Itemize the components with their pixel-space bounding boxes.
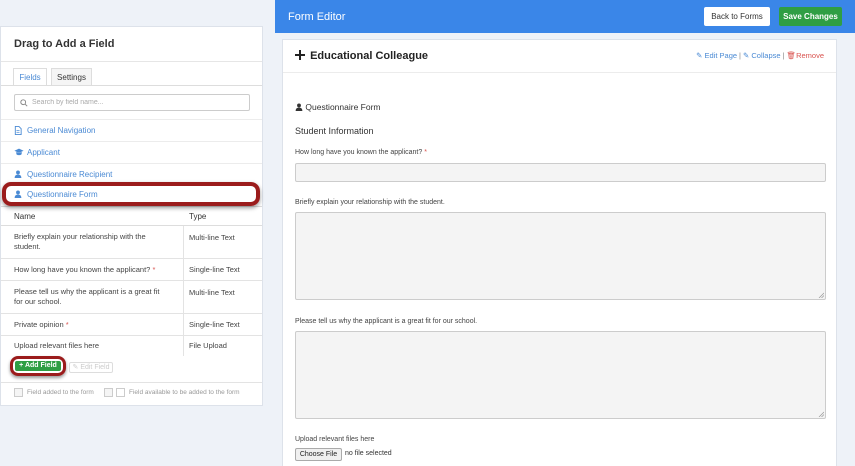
field-label: Briefly explain your relationship with t… [295,199,445,206]
resize-handle-icon[interactable] [818,411,824,417]
field-palette-panel: Drag to Add a Field Fields Settings Gene… [0,26,263,406]
separator: | [782,51,785,60]
column-divider [183,314,184,335]
table-row[interactable]: How long have you known the applicant? *… [1,259,262,281]
legend-added-swatch [14,388,23,397]
tab-settings[interactable]: Settings [51,68,92,86]
field-type: Single-line Text [189,265,240,274]
form-editor-card: Educational Colleague ✎ Edit Page | ✎ Coll… [282,39,837,466]
divider [1,61,262,62]
column-divider [183,281,184,313]
divider [283,72,836,73]
field-label: Please tell us why the applicant is a gr… [295,318,478,325]
resize-handle-icon[interactable] [818,292,824,298]
required-asterisk: * [424,149,427,156]
trash-icon: 🗑 [786,51,797,60]
field-type: Multi-line Text [189,233,235,242]
edit-page-link[interactable]: ✎ Edit Page [696,51,737,60]
column-header-type: Type [189,212,207,221]
nav-item-applicant[interactable]: Applicant [1,141,262,163]
column-header-name: Name [14,212,36,221]
edit-field-label: Edit Field [80,364,110,371]
add-field-button[interactable]: + Add Field [15,361,61,371]
section-title: Questionnaire Form [295,102,381,112]
tab-underline [1,85,262,86]
divider [1,382,262,383]
fields-table-header: Name Type [1,206,262,226]
collapse-link[interactable]: ✎ Collapse [743,51,781,60]
nav-item-questionnaire-recipient[interactable]: Questionnaire Recipient [1,163,262,185]
field-name-text: How long have you known the applicant? [14,265,151,274]
column-divider [183,336,184,356]
graduation-cap-icon [14,148,24,156]
top-header: Form Editor Back to Forms Save Changes [275,0,855,33]
nav-item-questionnaire-form[interactable]: Questionnaire Form [1,185,262,207]
separator: | [739,51,741,60]
file-status: no file selected [345,450,392,457]
page-title-text: Educational Colleague [310,50,429,62]
remove-link[interactable]: 🗑Remove [787,51,824,60]
relationship-textarea[interactable] [295,212,826,300]
field-name: Private opinion * [14,320,169,330]
document-icon [14,126,22,135]
nav-item-label: General Navigation [27,126,96,135]
back-to-forms-button[interactable]: Back to Forms [704,7,770,26]
table-row[interactable]: Private opinion * Single-line Text [1,314,262,336]
search-icon [20,99,28,107]
edit-field-button[interactable]: ✎ Edit Field [69,362,113,373]
required-asterisk: * [152,265,156,274]
header-title: Form Editor [288,11,346,23]
pencil-icon: ✎ [743,51,750,60]
field-type: File Upload [189,341,227,350]
user-icon [14,170,22,178]
field-label-text: How long have you known the applicant? [295,149,423,156]
required-asterisk: * [65,320,69,329]
user-icon [14,190,22,198]
legend-swatch [104,388,113,397]
great-fit-textarea[interactable] [295,331,826,419]
collapse-label: Collapse [751,51,781,60]
legend-available-swatch [116,388,125,397]
field-name: How long have you known the applicant? * [14,265,169,275]
field-name-text: Private opinion [14,320,64,329]
panel-title: Drag to Add a Field [14,38,115,50]
field-label: How long have you known the applicant? * [295,149,427,156]
subsection-title: Student Information [295,126,374,136]
edit-icon: ✎ [696,51,703,60]
remove-label: Remove [796,51,824,60]
edit-page-label: Edit Page [704,51,738,60]
legend-added-text: Field added to the form [27,389,94,396]
nav-item-label: Applicant [27,148,60,157]
field-name: Upload relevant files here [14,341,100,350]
legend-available-text: Field available to be added to the form [129,389,240,396]
search-box [14,94,250,111]
search-input[interactable] [32,97,242,108]
table-row[interactable]: Upload relevant files here File Upload [1,336,262,356]
section-title-text: Questionnaire Form [305,102,381,112]
user-icon [295,103,303,111]
field-label: Upload relevant files here [295,436,375,443]
field-type: Single-line Text [189,320,240,329]
column-divider [183,259,184,280]
nav-item-label: Questionnaire Form [27,190,98,199]
page-title[interactable]: Educational Colleague [295,50,428,62]
add-field-label: Add Field [24,362,57,369]
nav-item-label: Questionnaire Recipient [27,170,113,179]
add-field-highlight: + Add Field [10,356,66,376]
move-icon [295,50,305,60]
field-name: Please tell us why the applicant is a gr… [14,287,160,306]
save-changes-button[interactable]: Save Changes [779,7,842,26]
table-row[interactable]: Briefly explain your relationship with t… [1,226,262,259]
field-type: Multi-line Text [189,288,235,297]
choose-file-button[interactable]: Choose File [295,448,342,461]
page-actions: ✎ Edit Page | ✎ Collapse | 🗑Remove [696,51,824,60]
table-row[interactable]: Please tell us why the applicant is a gr… [1,281,262,314]
tab-fields[interactable]: Fields [13,68,47,86]
column-divider [183,226,184,258]
known-applicant-input[interactable] [295,163,826,182]
nav-item-general-navigation[interactable]: General Navigation [1,119,262,141]
field-name: Briefly explain your relationship with t… [14,232,146,251]
